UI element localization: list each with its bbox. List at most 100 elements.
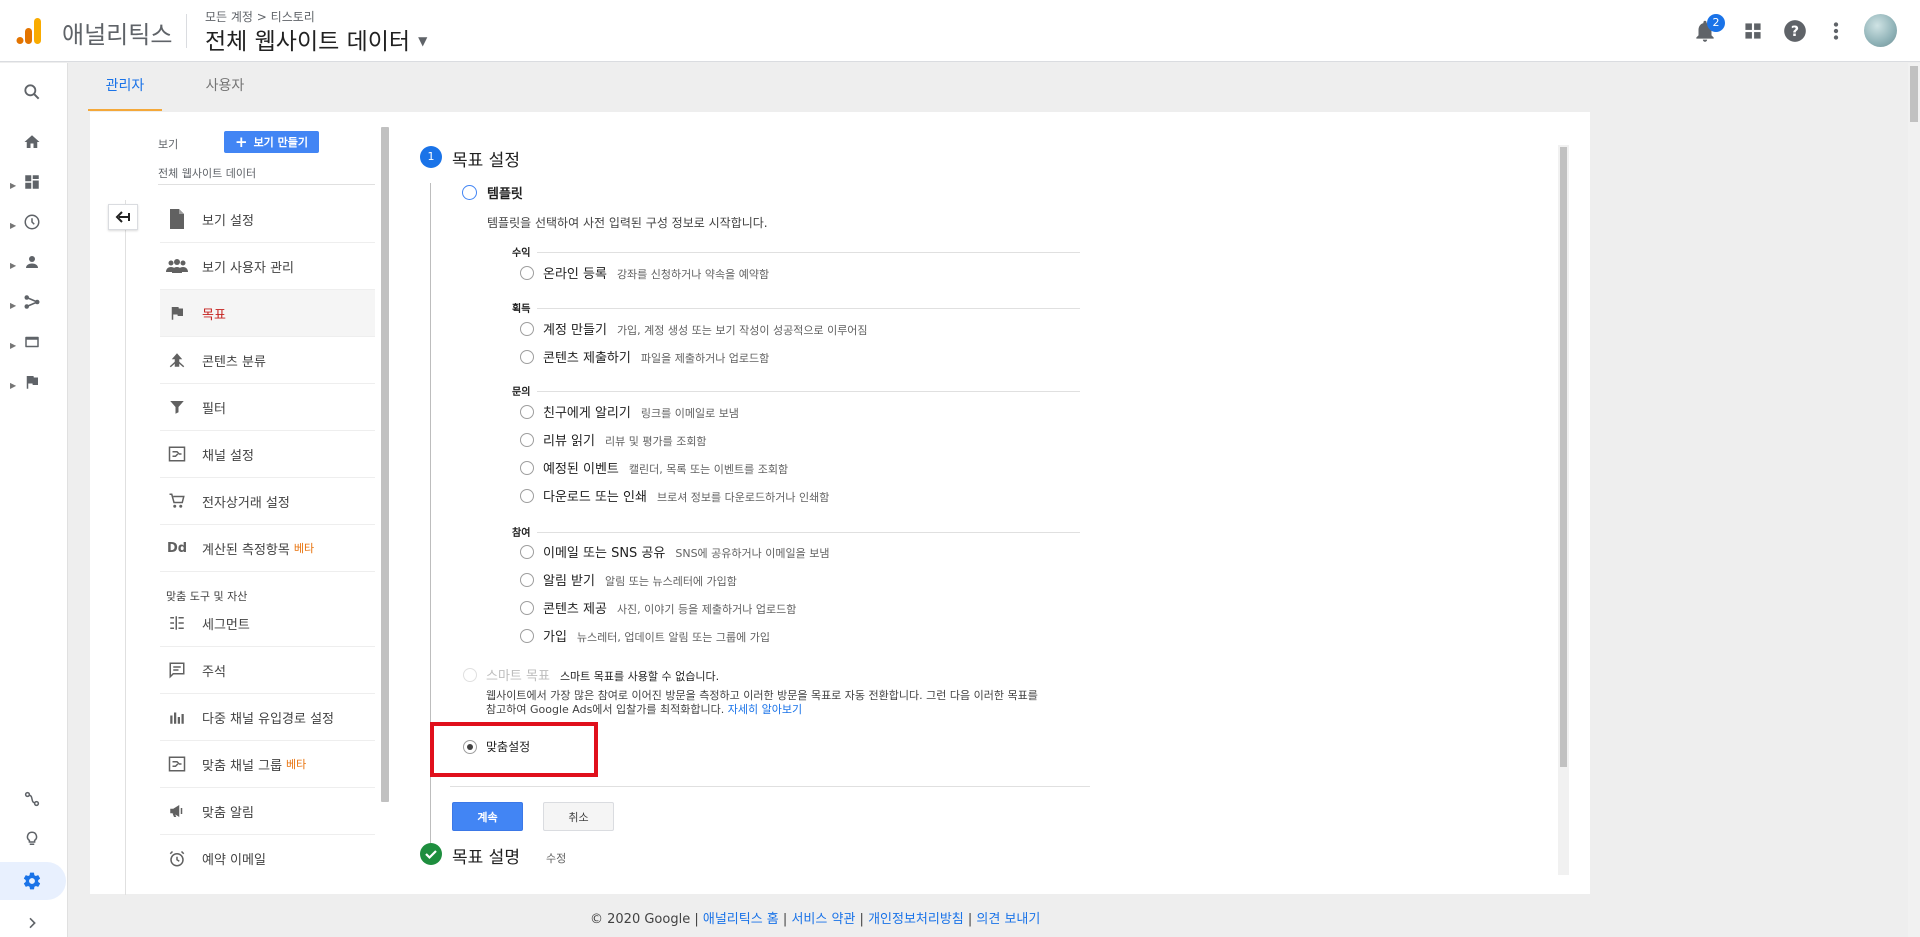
menu-item-annotations[interactable]: 주석 — [160, 647, 375, 694]
template-option-tell-friend[interactable]: 친구에게 알리기 링크를 이메일로 보냄 — [543, 402, 739, 421]
template-option-radio[interactable] — [520, 629, 534, 643]
admin-column-scrollbar[interactable] — [381, 127, 389, 802]
apps-button[interactable] — [1740, 18, 1766, 44]
account-avatar[interactable] — [1864, 14, 1897, 47]
menu-item-calculated-metrics[interactable]: Dd 계산된 측정항목 베타 — [160, 525, 375, 572]
nav-conversions[interactable] — [18, 368, 46, 396]
cart-icon — [166, 490, 188, 512]
menu-item-mcf-settings[interactable]: 다중 채널 유입경로 설정 — [160, 694, 375, 741]
mcf-settings-icon — [166, 706, 188, 728]
gear-icon — [23, 872, 41, 890]
nav-expand[interactable] — [18, 909, 46, 937]
template-option-radio[interactable] — [520, 322, 534, 336]
option-label: 이메일 또는 SNS 공유 — [543, 546, 666, 561]
template-option-radio[interactable] — [520, 405, 534, 419]
template-option-submit-content[interactable]: 콘텐츠 제출하기 파일을 제출하거나 업로드함 — [543, 347, 769, 366]
menu-item-segments[interactable]: 세그먼트 — [160, 600, 375, 647]
nav-admin[interactable] — [18, 867, 46, 895]
menu-item-custom-channel-grouping[interactable]: 맞춤 채널 그룹 베타 — [160, 741, 375, 788]
menu-item-channel-settings[interactable]: 채널 설정 — [160, 431, 375, 478]
template-option-radio[interactable] — [520, 350, 534, 364]
menu-item-label: 채널 설정 — [202, 448, 254, 464]
nav-behavior[interactable] — [18, 328, 46, 356]
learn-more-link[interactable]: 자세히 알아보기 — [728, 703, 802, 716]
continue-button[interactable]: 계속 — [452, 802, 523, 831]
menu-item-goals[interactable]: 목표 — [160, 290, 375, 337]
template-option-radio[interactable] — [520, 266, 534, 280]
menu-item-label: 맞춤 알림 — [202, 805, 254, 821]
menu-item-view-user-management[interactable]: 보기 사용자 관리 — [160, 243, 375, 290]
template-option-radio[interactable] — [520, 461, 534, 475]
template-option-download-print[interactable]: 다운로드 또는 인쇄 브로셔 정보를 다운로드하거나 인쇄함 — [543, 486, 829, 505]
footer-link-analytics-home[interactable]: 애널리틱스 홈 — [703, 912, 779, 927]
template-option-join[interactable]: 가입 뉴스레터, 업데이트 알림 또는 그룹에 가입 — [543, 626, 770, 645]
create-view-label: 보기 만들기 — [253, 136, 308, 149]
beta-badge: 베타 — [293, 542, 315, 555]
product-name[interactable]: 애널리틱스 — [62, 15, 172, 50]
template-option-upcoming-events[interactable]: 예정된 이벤트 캘린더, 목록 또는 이벤트를 조회함 — [543, 458, 788, 477]
smart-goal-description-line2: 참고하여 Google Ads에서 입찰가를 최적화합니다. 자세히 알아보기 — [486, 701, 802, 717]
category-label-engagement: 참여 — [512, 528, 531, 539]
template-option-radio[interactable] — [520, 545, 534, 559]
menu-item-custom-alerts[interactable]: 맞춤 알림 — [160, 788, 375, 835]
template-option-radio[interactable] — [520, 573, 534, 587]
category-divider — [537, 252, 1080, 253]
page-scrollbar-thumb[interactable] — [1910, 66, 1918, 122]
create-view-button[interactable]: + 보기 만들기 — [224, 131, 319, 153]
template-option-online-registration[interactable]: 온라인 등록 강좌를 신청하거나 약속을 예약함 — [543, 263, 769, 282]
analytics-logo-icon[interactable] — [14, 16, 44, 46]
highlight-annotation-box — [430, 722, 598, 777]
footer-link-feedback[interactable]: 의견 보내기 — [976, 912, 1040, 927]
menu-item-filters[interactable]: 필터 — [160, 384, 375, 431]
template-option-create-account[interactable]: 계정 만들기 가입, 계정 생성 또는 보기 작성이 성공적으로 이루어짐 — [543, 319, 868, 338]
template-option-share-social[interactable]: 이메일 또는 SNS 공유 SNS에 공유하거나 이메일을 보냄 — [543, 542, 829, 561]
menu-item-view-settings[interactable]: 보기 설정 — [160, 196, 375, 243]
nav-acquisition[interactable] — [18, 288, 46, 316]
expand-arrow-icon: ▶ — [10, 301, 17, 310]
footer-separator: | — [967, 912, 973, 927]
document-icon — [166, 208, 188, 230]
nav-customization[interactable] — [18, 168, 46, 196]
template-option-contribute-content[interactable]: 콘텐츠 제공 사진, 이야기 등을 제출하거나 업로드함 — [543, 598, 796, 617]
menu-item-ecommerce-settings[interactable]: 전자상거래 설정 — [160, 478, 375, 525]
template-option-radio[interactable] — [520, 489, 534, 503]
more-vert-icon — [1833, 22, 1839, 40]
tab-user[interactable]: 사용자 — [188, 63, 262, 111]
template-option-sign-up[interactable]: 알림 받기 알림 또는 뉴스레터에 가입함 — [543, 570, 737, 589]
tab-admin[interactable]: 관리자 — [88, 63, 162, 111]
view-selector[interactable]: 전체 웹사이트 데이터 ▼ — [205, 22, 427, 56]
filter-icon — [166, 396, 188, 418]
nav-realtime[interactable] — [18, 208, 46, 236]
template-radio[interactable] — [462, 185, 477, 200]
collapse-back-button[interactable] — [108, 204, 138, 230]
nav-attribution[interactable] — [18, 785, 46, 813]
goal-panel-scrollbar-thumb[interactable] — [1560, 147, 1567, 767]
template-option-read-reviews[interactable]: 리뷰 읽기 리뷰 및 평가를 조회함 — [543, 430, 707, 449]
page-scrollbar-track[interactable] — [1908, 63, 1920, 937]
option-description: 강좌를 신청하거나 약속을 예약함 — [616, 268, 770, 281]
current-view-name[interactable]: 전체 웹사이트 데이터 — [158, 165, 256, 181]
footer-link-terms[interactable]: 서비스 약관 — [791, 912, 855, 927]
caret-down-icon: ▼ — [418, 34, 428, 48]
calculated-metrics-icon: Dd — [166, 540, 188, 556]
category-label-acquisition: 획득 — [512, 304, 531, 315]
nav-audience[interactable] — [18, 248, 46, 276]
cancel-button[interactable]: 취소 — [543, 802, 614, 831]
menu-item-scheduled-emails[interactable]: 예약 이메일 — [160, 835, 375, 882]
nav-discover[interactable] — [18, 825, 46, 853]
option-label: 알림 받기 — [543, 574, 595, 589]
template-option-radio[interactable] — [520, 433, 534, 447]
nav-home[interactable] — [18, 128, 46, 156]
admin-user-tabs: 관리자 사용자 — [88, 63, 1588, 111]
more-options-button[interactable] — [1823, 18, 1849, 44]
menu-item-content-grouping[interactable]: 콘텐츠 분류 — [160, 337, 375, 384]
option-label: 온라인 등록 — [543, 267, 607, 282]
expand-arrow-icon: ▶ — [10, 341, 17, 350]
category-label-inquiry: 문의 — [512, 387, 531, 398]
help-button[interactable]: ? — [1782, 18, 1808, 44]
menu-item-label: 맞춤 채널 그룹 — [202, 758, 283, 774]
nav-search[interactable] — [18, 78, 46, 106]
footer-link-privacy[interactable]: 개인정보처리방침 — [868, 912, 964, 927]
step-2-edit-link[interactable]: 수정 — [546, 850, 566, 866]
template-option-radio[interactable] — [520, 601, 534, 615]
